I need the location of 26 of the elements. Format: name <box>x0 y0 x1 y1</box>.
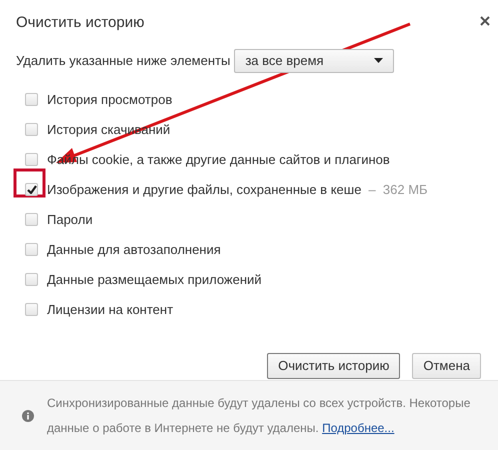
dropdown-caret-icon <box>374 58 384 63</box>
cache-size: – 362 МБ <box>368 180 428 199</box>
time-range-dropdown[interactable]: за все время <box>234 48 394 72</box>
checkbox[interactable] <box>25 183 38 196</box>
sync-notice: Синхронизированные данные будут удалены со всех устройств. Некоторые данные о работе в Интернете не будут удалены. Подробнее... <box>47 394 472 436</box>
dialog-title: Очистить историю <box>16 13 144 33</box>
option-label: Лицензии на контент <box>47 300 174 319</box>
info-icon <box>22 410 34 422</box>
option-label: Пароли <box>47 210 93 229</box>
option-label: История просмотров <box>47 90 172 109</box>
close-icon[interactable] <box>480 16 490 26</box>
option-label: Изображения и другие файлы, сохраненные в кеше <box>47 180 362 199</box>
checkbox[interactable] <box>25 93 38 106</box>
checkbox[interactable] <box>25 123 38 136</box>
checkbox[interactable] <box>25 243 38 256</box>
option-label: Данные размещаемых приложений <box>47 270 262 289</box>
clear-history-button[interactable]: Очистить историю <box>267 352 400 378</box>
cancel-button[interactable]: Отмена <box>412 352 481 378</box>
highlight-frame <box>14 168 46 198</box>
checkbox[interactable] <box>25 273 38 286</box>
checkbox[interactable] <box>25 303 38 316</box>
option-label: Данные для автозаполнения <box>47 240 221 259</box>
checkbox[interactable] <box>25 213 38 226</box>
learn-more-link[interactable]: Подробнее... <box>322 420 394 434</box>
range-label: Удалить указанные ниже элементы <box>16 52 230 70</box>
checkbox[interactable] <box>25 153 38 166</box>
